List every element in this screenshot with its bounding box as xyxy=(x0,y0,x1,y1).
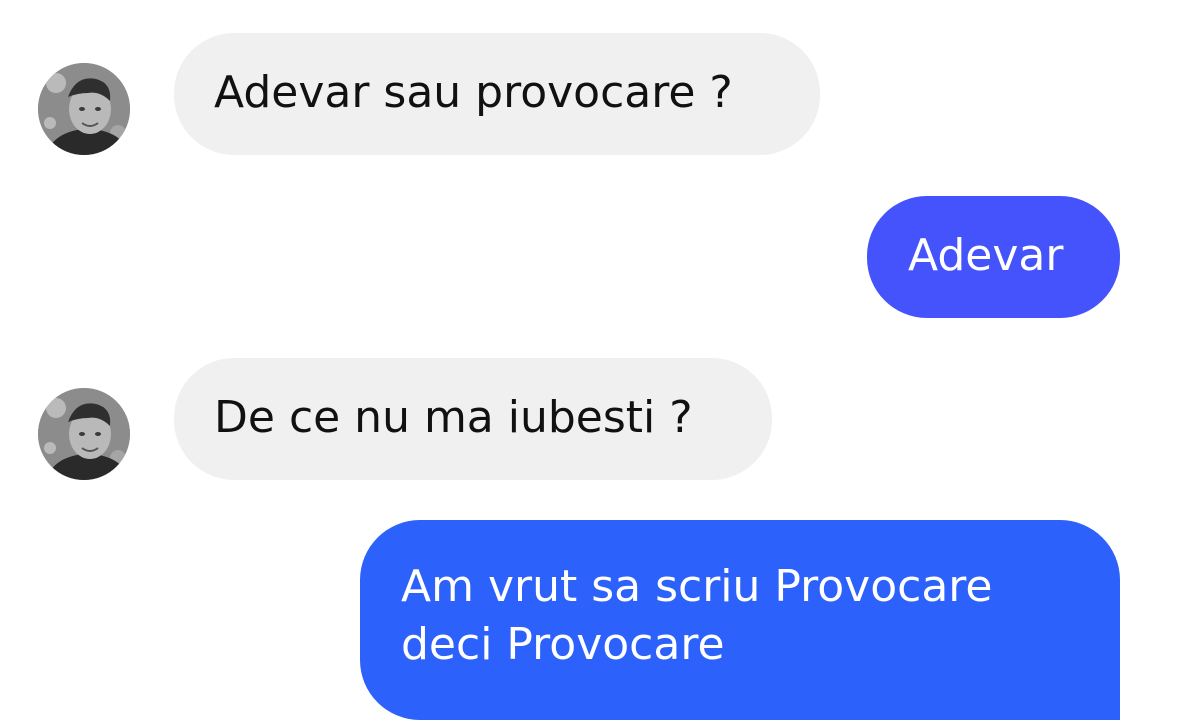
contact-avatar[interactable] xyxy=(38,63,130,155)
contact-avatar-photo xyxy=(38,388,130,480)
message-text: Adevar sau provocare ? xyxy=(214,67,733,118)
contact-avatar[interactable] xyxy=(38,388,130,480)
outgoing-message[interactable]: Am vrut sa scriu Provocare deci Provocar… xyxy=(360,520,1120,720)
incoming-message[interactable]: De ce nu ma iubesti ? xyxy=(174,358,772,480)
incoming-message[interactable]: Adevar sau provocare ? xyxy=(174,33,820,155)
outgoing-message[interactable]: Adevar xyxy=(867,196,1120,318)
message-text: Adevar xyxy=(908,230,1064,281)
contact-avatar-photo xyxy=(38,63,130,155)
message-text: De ce nu ma iubesti ? xyxy=(214,392,693,443)
message-text: Am vrut sa scriu Provocare deci Provocar… xyxy=(401,561,993,670)
